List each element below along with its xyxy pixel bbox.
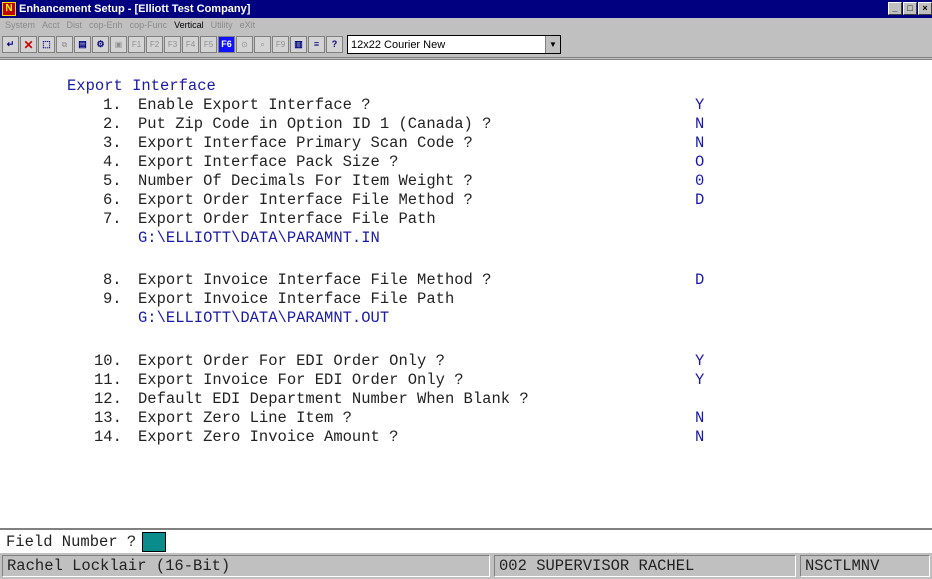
field-12-label: Default EDI Department Number When Blank…: [138, 390, 529, 408]
screen-heading: Export Interface: [67, 77, 216, 95]
minimize-icon[interactable]: _: [888, 2, 902, 15]
field-4-label: Export Interface Pack Size ?: [138, 153, 399, 171]
menu-utility[interactable]: Utility: [211, 20, 233, 30]
calc-icon[interactable]: ▥: [290, 36, 307, 53]
field-12-number: 12.: [94, 390, 122, 408]
menu-system[interactable]: System: [5, 20, 35, 30]
field-7-label: Export Order Interface File Path: [138, 210, 436, 228]
field-number-input[interactable]: [142, 531, 167, 552]
field-10-number: 10.: [94, 352, 122, 370]
prompt-label: Field Number ?: [6, 532, 137, 551]
field-3-number: 3.: [103, 134, 122, 152]
maximize-icon[interactable]: □: [903, 2, 917, 15]
toolbar: ↵ ✕ ⬚ ⧉ ▤ ⚙ ▣ F1 F2 F3 F4 F5 F6 ⊙ ⌕ F9 ▥…: [0, 32, 932, 58]
menu-vertical[interactable]: Vertical: [174, 20, 204, 30]
field-4-number: 4.: [103, 153, 122, 171]
field-8-label: Export Invoice Interface File Method ?: [138, 271, 492, 289]
f6-icon[interactable]: F6: [218, 36, 235, 53]
field-3-label: Export Interface Primary Scan Code ?: [138, 134, 473, 152]
field-10-value[interactable]: Y: [695, 352, 704, 370]
f9-icon[interactable]: F9: [272, 36, 289, 53]
field-13-label: Export Zero Line Item ?: [138, 409, 352, 427]
field-11-value[interactable]: Y: [695, 371, 704, 389]
field-5-label: Number Of Decimals For Item Weight ?: [138, 172, 473, 190]
close-icon[interactable]: ×: [918, 2, 932, 15]
status-user: Rachel Locklair (16-Bit): [2, 555, 490, 577]
field-10-label: Export Order For EDI Order Only ?: [138, 352, 445, 370]
field-5-value[interactable]: 0: [695, 172, 704, 190]
field-2-value[interactable]: N: [695, 115, 704, 133]
settings-icon[interactable]: ⚙: [92, 36, 109, 53]
field-14-value[interactable]: N: [695, 428, 704, 446]
notes-icon[interactable]: ≡: [308, 36, 325, 53]
binoculars-icon[interactable]: ⊙: [236, 36, 253, 53]
field-1-value[interactable]: Y: [695, 96, 704, 114]
field-9-path[interactable]: G:\ELLIOTT\DATA\PARAMNT.OUT: [138, 309, 389, 327]
field-4-value[interactable]: O: [695, 153, 704, 171]
field-6-value[interactable]: D: [695, 191, 704, 209]
window-title: Enhancement Setup - [Elliott Test Compan…: [19, 3, 251, 15]
field-8-value[interactable]: D: [695, 271, 704, 289]
f1-icon[interactable]: F1: [128, 36, 145, 53]
f5-icon[interactable]: F5: [200, 36, 217, 53]
field-11-label: Export Invoice For EDI Order Only ?: [138, 371, 464, 389]
field-7-path[interactable]: G:\ELLIOTT\DATA\PARAMNT.IN: [138, 229, 380, 247]
title-bar[interactable]: N Enhancement Setup - [Elliott Test Comp…: [0, 0, 932, 18]
chevron-down-icon[interactable]: ▼: [545, 36, 560, 53]
status-bar: Rachel Locklair (16-Bit) 002 SUPERVISOR …: [0, 553, 932, 579]
field-6-number: 6.: [103, 191, 122, 209]
field-11-number: 11.: [94, 371, 122, 389]
field-13-number: 13.: [94, 409, 122, 427]
field-9-label: Export Invoice Interface File Path: [138, 290, 455, 308]
enter-icon[interactable]: ↵: [2, 36, 19, 53]
menu-cop-func[interactable]: cop-Func: [130, 20, 168, 30]
paste-icon[interactable]: ▤: [74, 36, 91, 53]
field-8-number: 8.: [103, 271, 122, 289]
field-2-label: Put Zip Code in Option ID 1 (Canada) ?: [138, 115, 492, 133]
field-5-number: 5.: [103, 172, 122, 190]
menu-cop-enh[interactable]: cop-Enh: [89, 20, 123, 30]
menu-bar: System Acct Dist cop-Enh cop-Func Vertic…: [0, 18, 932, 32]
menu-dist[interactable]: Dist: [67, 20, 83, 30]
field-9-number: 9.: [103, 290, 122, 308]
menu-exit[interactable]: eXit: [240, 20, 256, 30]
font-selector[interactable]: 12x22 Courier New ▼: [347, 35, 561, 54]
field-14-number: 14.: [94, 428, 122, 446]
status-session: 002 SUPERVISOR RACHEL: [494, 555, 796, 577]
field-13-value[interactable]: N: [695, 409, 704, 427]
field-number-prompt: Field Number ?: [0, 529, 932, 553]
field-2-number: 2.: [103, 115, 122, 133]
field-7-number: 7.: [103, 210, 122, 228]
font-selector-value: 12x22 Courier New: [351, 38, 446, 51]
copy-icon[interactable]: ⧉: [56, 36, 73, 53]
field-1-number: 1.: [103, 96, 122, 114]
select-icon[interactable]: ⬚: [38, 36, 55, 53]
f3-icon[interactable]: F3: [164, 36, 181, 53]
field-14-label: Export Zero Invoice Amount ?: [138, 428, 399, 446]
properties-icon[interactable]: ▣: [110, 36, 127, 53]
terminal-screen: Export Interface 1. Enable Export Interf…: [0, 59, 932, 529]
help-icon[interactable]: ?: [326, 36, 343, 53]
f4-icon[interactable]: F4: [182, 36, 199, 53]
field-3-value[interactable]: N: [695, 134, 704, 152]
field-6-label: Export Order Interface File Method ?: [138, 191, 473, 209]
f2-icon[interactable]: F2: [146, 36, 163, 53]
field-1-label: Enable Export Interface ?: [138, 96, 371, 114]
app-icon[interactable]: N: [2, 2, 16, 16]
cancel-icon[interactable]: ✕: [20, 36, 37, 53]
zoom-icon[interactable]: ⌕: [254, 36, 271, 53]
menu-acct[interactable]: Acct: [42, 20, 60, 30]
status-program: NSCTLMNV: [800, 555, 930, 577]
